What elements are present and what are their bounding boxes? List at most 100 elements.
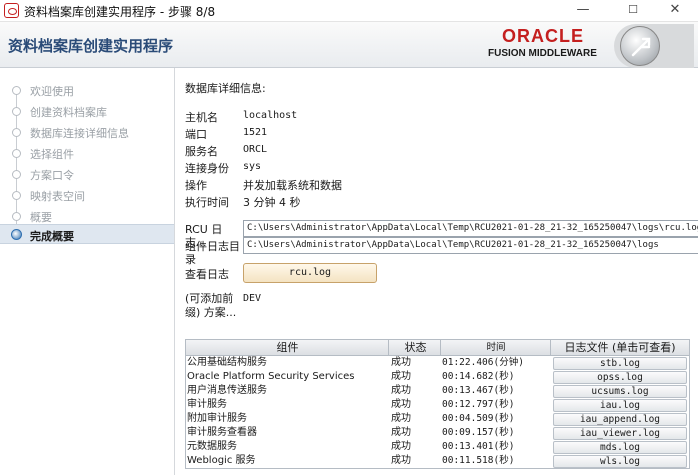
table-row: Weblogic 服务 成功 00:11.518(秒) wls.log	[186, 454, 689, 468]
detail-value: ORCL	[243, 144, 268, 155]
cell-time: 00:09.157(秒)	[442, 427, 515, 438]
step-dot-icon	[12, 128, 21, 137]
step-label: 欢迎使用	[30, 85, 74, 98]
cell-status: 成功	[391, 399, 411, 410]
cell-component: 公用基础结构服务	[187, 357, 267, 368]
component-log-label: 组件日志目录	[185, 240, 240, 266]
cell-status: 成功	[391, 413, 411, 424]
detail-row-service: 服务名 ORCL	[185, 143, 485, 159]
step-summary[interactable]: 概要	[0, 206, 174, 226]
cell-component: Weblogic 服务	[187, 455, 256, 466]
detail-row-port: 端口 1521	[185, 126, 485, 142]
step-schema-passwords[interactable]: 方案口令	[0, 164, 174, 184]
log-file-button[interactable]: iau_viewer.log	[553, 426, 687, 440]
table-row: Oracle Platform Security Services 成功 00:…	[186, 370, 689, 384]
cell-log: ucsums.log	[551, 384, 689, 398]
detail-row-host: 主机名 localhost	[185, 109, 485, 125]
col-header-time[interactable]: 时间	[441, 340, 551, 355]
cell-component: 审计服务	[187, 399, 227, 410]
detail-value: localhost	[243, 110, 298, 121]
cell-log: mds.log	[551, 440, 689, 454]
cell-status: 成功	[391, 357, 411, 368]
oracle-wordmark: ORACLE	[502, 26, 584, 46]
cell-time: 00:13.401(秒)	[442, 441, 515, 452]
detail-value: 并发加载系统和数据	[243, 179, 342, 192]
log-file-button[interactable]: mds.log	[553, 440, 687, 454]
cell-time: 00:14.682(秒)	[442, 371, 515, 382]
table-row: 元数据服务 成功 00:13.401(秒) mds.log	[186, 440, 689, 454]
col-header-component[interactable]: 组件	[186, 340, 389, 355]
detail-key: 执行时间	[185, 196, 229, 209]
component-log-dir-field[interactable]: C:\Users\Administrator\AppData\Local\Tem…	[243, 237, 698, 254]
cell-time: 00:13.467(秒)	[442, 385, 515, 396]
step-map-tablespaces[interactable]: 映射表空间	[0, 185, 174, 205]
minimize-button[interactable]: —	[560, 0, 606, 22]
oracle-logo: ORACLE FUSION MIDDLEWARE	[488, 26, 597, 64]
log-file-button[interactable]: iau.log	[553, 398, 687, 412]
detail-value: sys	[243, 161, 262, 172]
cell-status: 成功	[391, 441, 411, 452]
detail-key: 服务名	[185, 145, 218, 158]
cell-component: 附加审计服务	[187, 413, 247, 424]
wizard-header: 资料档案库创建实用程序 ORACLE FUSION MIDDLEWARE	[0, 22, 698, 68]
detail-key: 操作	[185, 179, 207, 192]
col-header-log[interactable]: 日志文件 (单击可查看)	[551, 340, 689, 355]
detail-key: 主机名	[185, 111, 218, 124]
step-create-repository[interactable]: 创建资料档案库	[0, 101, 174, 121]
components-table: 组件 状态 时间 日志文件 (单击可查看) 公用基础结构服务 成功 01:22.…	[185, 339, 690, 469]
cell-log: iau.log	[551, 398, 689, 412]
step-dot-icon	[12, 86, 21, 95]
log-file-button[interactable]: stb.log	[553, 356, 687, 370]
detail-row-operation: 操作 并发加载系统和数据	[185, 177, 485, 193]
step-label: 选择组件	[30, 148, 74, 161]
table-header: 组件 状态 时间 日志文件 (单击可查看)	[186, 340, 689, 356]
fusion-emblem-icon	[620, 26, 660, 66]
cell-status: 成功	[391, 455, 411, 466]
oracle-app-icon	[4, 3, 19, 18]
cell-status: 成功	[391, 371, 411, 382]
step-label: 创建资料档案库	[30, 106, 107, 119]
log-file-button[interactable]: ucsums.log	[553, 384, 687, 398]
rcu-log-path-field[interactable]: C:\Users\Administrator\AppData\Local\Tem…	[243, 220, 698, 237]
cell-log: wls.log	[551, 454, 689, 468]
log-file-button[interactable]: wls.log	[553, 454, 687, 468]
cell-component: 用户消息传送服务	[187, 385, 267, 396]
step-dot-icon	[12, 170, 21, 179]
cell-time: 00:12.797(秒)	[442, 399, 515, 410]
col-header-status[interactable]: 状态	[389, 340, 441, 355]
close-button[interactable]: ✕	[652, 0, 698, 22]
window-title: 资料档案库创建实用程序 - 步骤 8/8	[24, 5, 216, 19]
log-file-button[interactable]: iau_append.log	[553, 412, 687, 426]
step-label: 映射表空间	[30, 190, 85, 203]
detail-value: 1521	[243, 127, 268, 138]
maximize-button[interactable]: ☐	[610, 0, 656, 22]
step-completion-summary[interactable]: 完成概要	[0, 224, 174, 244]
schema-prefix-label: (可添加前缀) 方案...	[185, 292, 237, 319]
detail-key: 连接身份	[185, 162, 229, 175]
step-welcome[interactable]: 欢迎使用	[0, 80, 174, 100]
table-row: 审计服务 成功 00:12.797(秒) iau.log	[186, 398, 689, 412]
step-dot-icon	[12, 107, 21, 116]
step-current-dot-icon	[11, 229, 22, 240]
step-label: 方案口令	[30, 169, 74, 182]
step-dot-icon	[12, 191, 21, 200]
table-row: 附加审计服务 成功 00:04.509(秒) iau_append.log	[186, 412, 689, 426]
cell-log: iau_append.log	[551, 412, 689, 426]
cell-component: 元数据服务	[187, 441, 237, 452]
cell-status: 成功	[391, 427, 411, 438]
step-select-components[interactable]: 选择组件	[0, 143, 174, 163]
view-rcu-log-button[interactable]: rcu.log	[243, 263, 377, 283]
section-title: 数据库详细信息:	[185, 82, 266, 95]
view-log-label: 查看日志	[185, 268, 229, 281]
cell-status: 成功	[391, 385, 411, 396]
cell-time: 00:04.509(秒)	[442, 413, 515, 424]
fusion-middleware-wordmark: FUSION MIDDLEWARE	[488, 48, 597, 59]
detail-key: 端口	[185, 128, 207, 141]
cell-log: stb.log	[551, 356, 689, 370]
detail-row-connect-as: 连接身份 sys	[185, 160, 485, 176]
wizard-steps-sidebar: 欢迎使用 创建资料档案库 数据库连接详细信息 选择组件 方案口令 映射表空间 概…	[0, 68, 175, 475]
table-row: 公用基础结构服务 成功 01:22.406(分钟) stb.log	[186, 356, 689, 370]
schema-prefix-value: DEV	[243, 293, 262, 304]
log-file-button[interactable]: opss.log	[553, 370, 687, 384]
step-db-connection[interactable]: 数据库连接详细信息	[0, 122, 174, 142]
